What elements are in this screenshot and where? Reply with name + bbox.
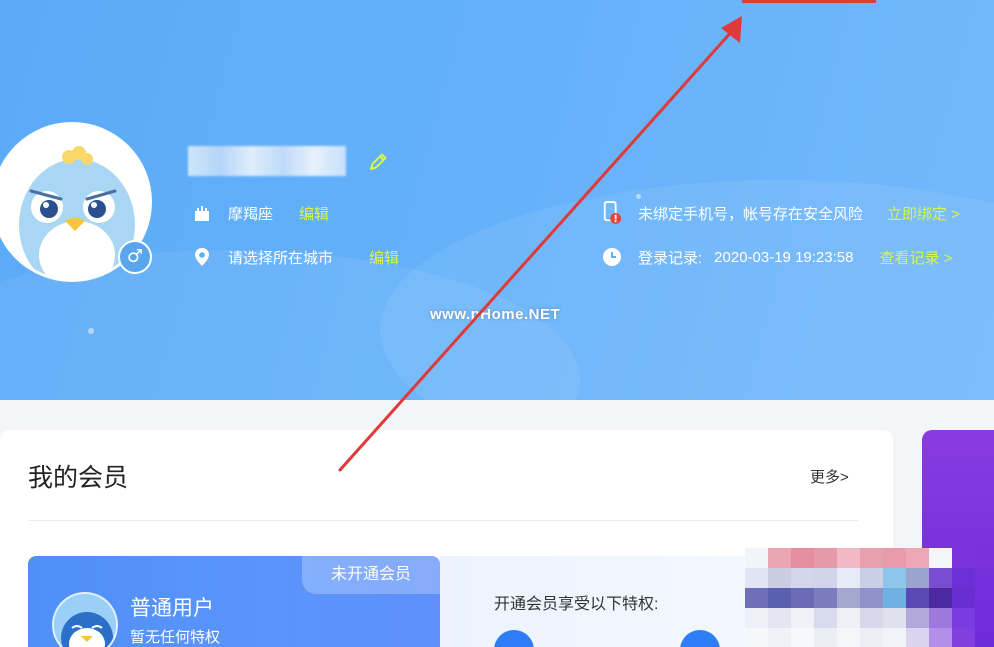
login-record-label: 登录记录: — [638, 249, 703, 267]
membership-status-tag: 未开通会员 — [302, 556, 440, 594]
top-highlight-bar — [742, 0, 876, 3]
phone-warning-row: 未绑定手机号，帐号存在安全风险 立即绑定 > — [602, 201, 960, 225]
membership-title: 我的会员 — [28, 464, 129, 492]
decor-dot — [88, 328, 94, 334]
castle-icon — [192, 203, 212, 223]
zodiac-value: 摩羯座 — [228, 205, 274, 223]
username-blurred — [188, 146, 346, 176]
zodiac-row: 摩羯座 编辑 — [192, 201, 329, 225]
location-pin-icon — [192, 247, 212, 267]
city-select[interactable]: 请选择所在城市 — [228, 247, 333, 268]
watermark: www.pHome.NET — [430, 306, 561, 323]
more-link[interactable]: 更多> — [810, 466, 849, 487]
penguin-icon — [54, 594, 116, 647]
gender-badge: ♂ — [118, 240, 152, 274]
decor-dot — [636, 194, 641, 199]
member-level: 普通用户 — [130, 597, 214, 620]
city-row: 请选择所在城市 编辑 — [192, 245, 399, 269]
zodiac-edit-link[interactable]: 编辑 — [299, 203, 329, 224]
clock-icon — [602, 247, 622, 267]
member-level-desc: 暂无任何特权 — [130, 629, 221, 646]
pencil-icon[interactable] — [366, 150, 390, 174]
pixelated-mosaic — [745, 548, 975, 647]
view-records-link[interactable]: 查看记录 > — [879, 247, 952, 268]
login-time: 2020-03-19 19:23:58 — [714, 248, 854, 266]
city-edit-link[interactable]: 编辑 — [369, 247, 399, 268]
login-record-row: 登录记录: 2020-03-19 19:23:58 查看记录 > — [602, 245, 952, 269]
phone-warning-icon — [602, 201, 622, 224]
page: ♂ 摩羯座 编辑 请选择所在城市 编辑 未绑定手机号，帐号存在安全风险 立即绑定… — [0, 0, 994, 647]
privileges-title: 开通会员享受以下特权: — [494, 596, 659, 613]
phone-warning-text: 未绑定手机号，帐号存在安全风险 — [638, 205, 864, 223]
divider — [28, 520, 858, 521]
male-icon: ♂ — [126, 246, 144, 267]
bind-phone-link[interactable]: 立即绑定 > — [887, 203, 960, 224]
